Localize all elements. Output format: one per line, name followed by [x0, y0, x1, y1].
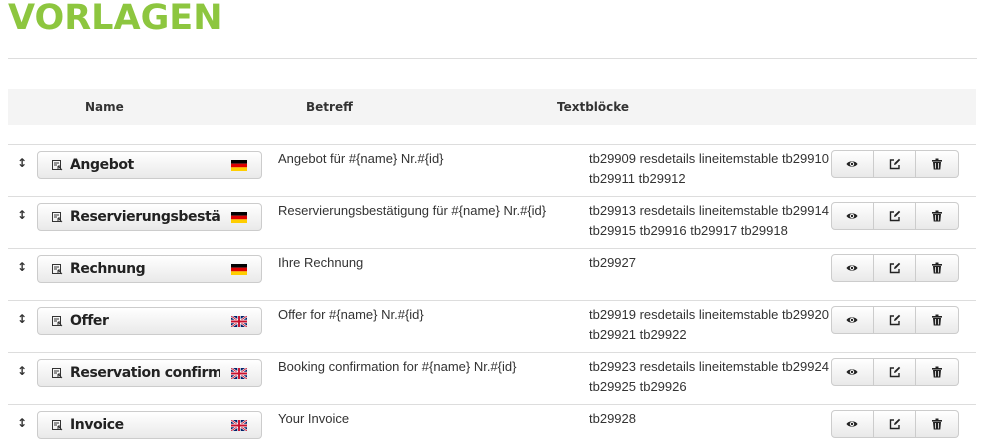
- template-icon: [52, 212, 63, 223]
- template-icon: [52, 368, 63, 379]
- row-actions: [831, 254, 959, 282]
- template-open-button[interactable]: Angebot: [37, 151, 262, 179]
- template-icon: [52, 160, 63, 171]
- drag-handle-icon[interactable]: ↕: [15, 205, 29, 225]
- row-actions: [831, 358, 959, 386]
- page-title: VORLAGEN: [8, 0, 223, 38]
- flag-de-icon: [231, 212, 247, 223]
- trash-icon: [932, 366, 943, 378]
- delete-button[interactable]: [916, 410, 959, 438]
- delete-button[interactable]: [916, 358, 959, 386]
- template-icon: [52, 264, 63, 275]
- drag-handle-icon[interactable]: ↕: [15, 257, 29, 277]
- template-subject: Angebot für #{name} Nr.#{id}: [278, 151, 444, 166]
- trash-icon: [932, 418, 943, 430]
- eye-icon: [846, 265, 858, 271]
- template-name: Reservation confirmati: [70, 365, 220, 381]
- template-text-blocks: tb29913 resdetails lineitemstable tb2991…: [589, 203, 829, 238]
- template-text-blocks: tb29928: [589, 411, 636, 426]
- row-actions: [831, 410, 959, 438]
- edit-icon: [889, 262, 900, 274]
- trash-icon: [932, 158, 943, 170]
- template-name: Rechnung: [70, 261, 146, 277]
- flag-uk-icon: [231, 420, 247, 431]
- edit-button[interactable]: [873, 254, 917, 282]
- trash-icon: [932, 314, 943, 326]
- delete-button[interactable]: [916, 254, 959, 282]
- drag-handle-icon[interactable]: ↕: [15, 413, 29, 433]
- template-open-button[interactable]: Offer: [37, 307, 262, 335]
- drag-handle-icon[interactable]: ↕: [15, 153, 29, 173]
- trash-icon: [932, 262, 943, 274]
- preview-button[interactable]: [831, 150, 874, 178]
- template-icon: [52, 316, 63, 327]
- table-row: ↕ Reservation confirmati Booking confirm…: [8, 352, 976, 404]
- preview-button[interactable]: [831, 202, 874, 230]
- edit-icon: [889, 158, 900, 170]
- column-header-text-blocks: Textblöcke: [557, 100, 630, 114]
- template-text-blocks: tb29919 resdetails lineitemstable tb2992…: [589, 307, 829, 342]
- template-name: Invoice: [70, 417, 124, 433]
- template-text-blocks: tb29909 resdetails lineitemstable tb2991…: [589, 151, 829, 186]
- preview-button[interactable]: [831, 306, 874, 334]
- edit-button[interactable]: [873, 150, 917, 178]
- table-row: ↕ Rechnung Ihre Rechnung tb29927: [8, 248, 976, 300]
- flag-de-icon: [231, 264, 247, 275]
- template-subject: Reservierungsbestätigung für #{name} Nr.…: [278, 203, 547, 218]
- template-open-button[interactable]: Reservation confirmati: [37, 359, 262, 387]
- template-subject: Your Invoice: [278, 411, 350, 426]
- edit-button[interactable]: [873, 306, 917, 334]
- template-open-button[interactable]: Rechnung: [37, 255, 262, 283]
- edit-icon: [889, 210, 900, 222]
- eye-icon: [846, 369, 858, 375]
- delete-button[interactable]: [916, 202, 959, 230]
- template-subject: Offer for #{name} Nr.#{id}: [278, 307, 424, 322]
- title-divider: [8, 58, 977, 59]
- template-subject: Booking confirmation for #{name} Nr.#{id…: [278, 359, 517, 374]
- template-name: Angebot: [70, 157, 134, 173]
- edit-button[interactable]: [873, 358, 917, 386]
- template-name: Offer: [70, 313, 109, 329]
- edit-icon: [889, 366, 900, 378]
- edit-button[interactable]: [873, 410, 917, 438]
- table-row: ↕ Reservierungsbestätig Reservierungsbes…: [8, 196, 976, 248]
- row-actions: [831, 150, 959, 178]
- eye-icon: [846, 213, 858, 219]
- template-subject: Ihre Rechnung: [278, 255, 364, 270]
- template-list: ↕ Angebot Angebot für #{name} Nr.#{id} t…: [8, 144, 976, 444]
- template-text-blocks: tb29923 resdetails lineitemstable tb2992…: [589, 359, 829, 394]
- template-open-button[interactable]: Reservierungsbestätig: [37, 203, 262, 231]
- preview-button[interactable]: [831, 358, 874, 386]
- column-header-name: Name: [85, 100, 124, 114]
- drag-handle-icon[interactable]: ↕: [15, 361, 29, 381]
- trash-icon: [932, 210, 943, 222]
- template-icon: [52, 420, 63, 431]
- edit-icon: [889, 314, 900, 326]
- delete-button[interactable]: [916, 306, 959, 334]
- template-text-blocks: tb29927: [589, 255, 636, 270]
- eye-icon: [846, 161, 858, 167]
- flag-uk-icon: [231, 316, 247, 327]
- table-row: ↕ Invoice Your Invoice tb29928: [8, 404, 976, 444]
- table-row: ↕ Angebot Angebot für #{name} Nr.#{id} t…: [8, 144, 976, 196]
- flag-de-icon: [231, 160, 247, 171]
- table-header: Name Betreff Textblöcke: [8, 89, 976, 125]
- template-name: Reservierungsbestätig: [70, 209, 220, 225]
- eye-icon: [846, 421, 858, 427]
- delete-button[interactable]: [916, 150, 959, 178]
- edit-button[interactable]: [873, 202, 917, 230]
- edit-icon: [889, 418, 900, 430]
- flag-uk-icon: [231, 368, 247, 379]
- eye-icon: [846, 317, 858, 323]
- row-actions: [831, 306, 959, 334]
- column-header-subject: Betreff: [306, 100, 353, 114]
- drag-handle-icon[interactable]: ↕: [15, 309, 29, 329]
- table-row: ↕ Offer Offer for #{name} Nr.#{id} tb299…: [8, 300, 976, 352]
- preview-button[interactable]: [831, 410, 874, 438]
- preview-button[interactable]: [831, 254, 874, 282]
- row-actions: [831, 202, 959, 230]
- template-open-button[interactable]: Invoice: [37, 411, 262, 439]
